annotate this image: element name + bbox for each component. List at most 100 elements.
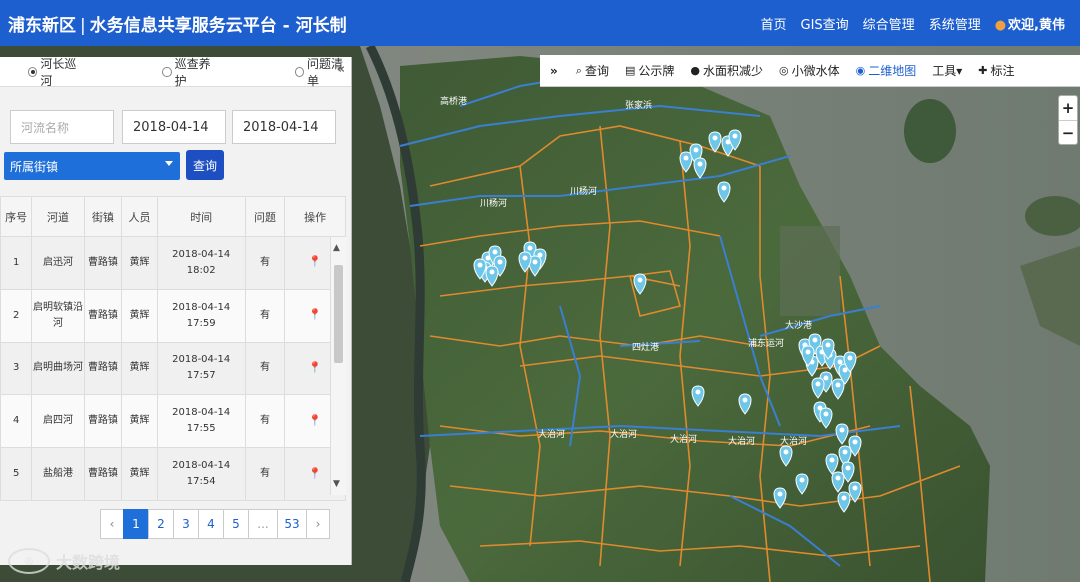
chevron-down-icon[interactable]: ▼ bbox=[333, 479, 340, 489]
row-river: 启迅河 bbox=[31, 236, 85, 290]
table-row[interactable]: 1 启迅河 曹路镇 黄辉 2018-04-14 18:02 有 📍 bbox=[0, 236, 346, 290]
row-person: 黄辉 bbox=[121, 341, 158, 396]
next-page-button[interactable]: › bbox=[306, 509, 330, 539]
map-label: 大治河 bbox=[670, 433, 697, 445]
locate-pin-icon[interactable]: 📍 bbox=[308, 414, 322, 427]
map-label: 大沙港 bbox=[785, 319, 812, 331]
toolbar-label: 水面积减少 bbox=[702, 64, 763, 78]
table-header-row: 序号 河道 街镇 人员 时间 问题 操作 bbox=[0, 196, 346, 237]
page-button[interactable]: 4 bbox=[198, 509, 224, 539]
row-person: 黄辉 bbox=[121, 288, 158, 343]
col-header: 时间 bbox=[156, 196, 246, 237]
row-person: 黄辉 bbox=[121, 236, 158, 290]
row-river: 盐船港 bbox=[31, 447, 85, 501]
map-label: 川杨河 bbox=[480, 197, 507, 209]
toolbar-label: 公示牌 bbox=[638, 64, 675, 78]
row-person: 黄辉 bbox=[121, 447, 158, 501]
marker-icon: ✚ bbox=[978, 64, 988, 77]
toolbar-notice-board-button[interactable]: ▤ 公示牌 bbox=[617, 62, 682, 79]
locate-pin-icon[interactable]: 📍 bbox=[308, 467, 322, 480]
nav-gis-query[interactable]: GIS查询 bbox=[794, 14, 856, 33]
search-icon: ⌕ bbox=[575, 63, 582, 77]
row-time: 2018-04-14 17:57 bbox=[156, 341, 246, 396]
watermark-text: 大数跨境 bbox=[56, 553, 121, 572]
river-name-input[interactable]: 河流名称 bbox=[10, 110, 114, 144]
start-date-input[interactable]: 2018-04-14 bbox=[122, 110, 226, 144]
map-label: 大治河 bbox=[728, 435, 755, 447]
col-header: 人员 bbox=[121, 196, 158, 237]
map-label: 高桥港 bbox=[440, 95, 467, 107]
locate-pin-icon[interactable]: 📍 bbox=[308, 308, 322, 321]
user-menu[interactable]: ● 欢迎,黄伟 bbox=[988, 14, 1072, 33]
globe-icon: ◉ bbox=[855, 64, 866, 77]
nav-system-management[interactable]: 系统管理 bbox=[922, 14, 988, 33]
radio-dot-icon bbox=[28, 66, 38, 77]
row-town: 曹路镇 bbox=[83, 394, 123, 449]
brand-subtitle: 水务信息共享服务云平台 - 河长制 bbox=[89, 15, 347, 36]
calendar-icon: ▤ bbox=[624, 64, 636, 77]
toolbar-water-area-button[interactable]: ● 水面积减少 bbox=[682, 62, 771, 79]
toolbar-label: 小微水体 bbox=[791, 64, 840, 78]
row-no: 4 bbox=[0, 394, 33, 449]
radio-river-patrol[interactable]: 河长巡河 bbox=[0, 55, 84, 89]
patrol-table: 序号 河道 街镇 人员 时间 问题 操作 1 启迅河 曹路镇 黄辉 2018-04-14… bbox=[0, 196, 346, 501]
zoom-control: + − bbox=[1058, 95, 1078, 145]
target-icon: ◎ bbox=[779, 64, 789, 77]
table-row[interactable]: 2 启明软镇沿河 曹路镇 黄辉 2018-04-14 17:59 有 📍 bbox=[0, 288, 346, 343]
mode-radio-group: 河长巡河 巡查养护 问题清单 bbox=[0, 55, 351, 89]
page-button[interactable]: 5 bbox=[223, 509, 249, 539]
top-nav: 首页 GIS查询 综合管理 系统管理 ● 欢迎,黄伟 bbox=[753, 0, 1072, 46]
radio-label: 河长巡河 bbox=[40, 56, 77, 88]
row-issue: 有 bbox=[244, 341, 286, 396]
table-scrollbar[interactable]: ▲ ▼ bbox=[330, 237, 346, 495]
toolbar-tools-dropdown[interactable]: 工具▾ bbox=[924, 62, 970, 79]
island bbox=[904, 99, 956, 163]
map-label: 大治河 bbox=[610, 428, 637, 440]
toolbar-collapse-button[interactable]: » bbox=[540, 64, 568, 78]
table-row[interactable]: 5 盐船港 曹路镇 黄辉 2018-04-14 17:54 有 📍 bbox=[0, 447, 346, 501]
map-label: 浦东运河 bbox=[748, 337, 784, 349]
page-button[interactable]: 2 bbox=[148, 509, 174, 539]
district-select-label: 所属街镇 bbox=[10, 159, 59, 174]
app-header: 浦东新区 | 水务信息共享服务云平台 - 河长制 首页 GIS查询 综合管理 系统管… bbox=[0, 0, 1080, 46]
toolbar-2d-map-button[interactable]: ◉ 二维地图 bbox=[848, 62, 925, 79]
radio-dot-icon bbox=[294, 66, 304, 77]
col-header: 操作 bbox=[284, 196, 346, 237]
table-row[interactable]: 3 启明曲场河 曹路镇 黄辉 2018-04-14 17:57 有 📍 bbox=[0, 341, 346, 396]
row-town: 曹路镇 bbox=[83, 341, 123, 396]
radio-maintenance[interactable]: 巡查养护 bbox=[134, 55, 218, 89]
col-header: 街镇 bbox=[83, 196, 123, 237]
table-row[interactable]: 4 启四河 曹路镇 黄辉 2018-04-14 17:55 有 📍 bbox=[0, 394, 346, 449]
end-date-input[interactable]: 2018-04-14 bbox=[232, 110, 336, 144]
map-label: 张家浜 bbox=[625, 99, 652, 111]
locate-pin-icon[interactable]: 📍 bbox=[308, 255, 322, 268]
row-time: 2018-04-14 17:59 bbox=[156, 288, 246, 343]
map-toolbar: » ⌕ 查询 ▤ 公示牌 ● 水面积减少 ◎ 小微水体 ◉ 二维地图 工具▾ ✚ 标注 bbox=[540, 55, 1080, 87]
row-town: 曹路镇 bbox=[83, 236, 123, 290]
welcome-text: 欢迎,黄伟 bbox=[1008, 17, 1065, 33]
chevron-up-icon[interactable]: ▲ bbox=[333, 243, 340, 253]
nav-home[interactable]: 首页 bbox=[753, 14, 793, 33]
row-no: 3 bbox=[0, 341, 33, 396]
row-person: 黄辉 bbox=[121, 394, 158, 449]
row-no: 2 bbox=[0, 288, 33, 343]
locate-pin-icon[interactable]: 📍 bbox=[308, 361, 322, 374]
map-label: 川杨河 bbox=[570, 185, 597, 197]
zoom-in-button[interactable]: + bbox=[1059, 96, 1077, 120]
toolbar-annotate-button[interactable]: ✚ 标注 bbox=[970, 62, 1022, 79]
toolbar-small-water-button[interactable]: ◎ 小微水体 bbox=[771, 62, 848, 79]
district-select[interactable]: 所属街镇 bbox=[4, 152, 180, 180]
toolbar-query-button[interactable]: ⌕ 查询 bbox=[568, 62, 617, 79]
zoom-out-button[interactable]: − bbox=[1059, 120, 1077, 144]
map-label: 大治河 bbox=[538, 428, 565, 440]
row-time: 2018-04-14 17:55 bbox=[156, 394, 246, 449]
scrollbar-thumb[interactable] bbox=[334, 265, 343, 363]
panel-collapse-button[interactable]: « bbox=[337, 62, 345, 77]
nav-integrated-management[interactable]: 综合管理 bbox=[856, 14, 922, 33]
page-button[interactable]: 1 bbox=[123, 509, 149, 539]
brand-name: 浦东新区 bbox=[8, 15, 76, 36]
query-button[interactable]: 查询 bbox=[186, 150, 224, 180]
prev-page-button[interactable]: ‹ bbox=[100, 509, 124, 539]
page-button[interactable]: 3 bbox=[173, 509, 199, 539]
page-button[interactable]: 53 bbox=[277, 509, 307, 539]
